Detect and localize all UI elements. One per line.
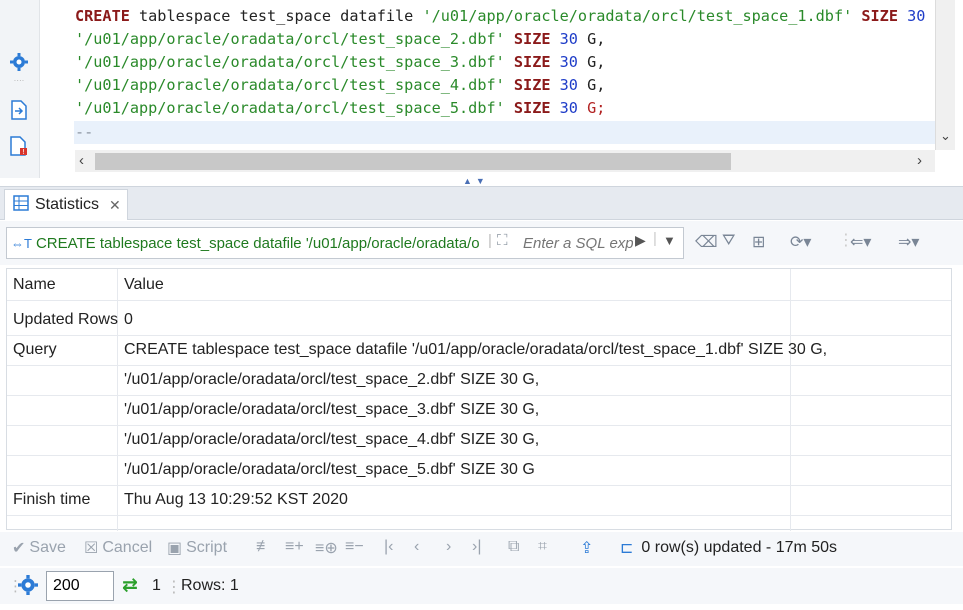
previous-page-icon[interactable]: ‹ <box>414 538 419 556</box>
filter-settings-icon[interactable]: ⊞ <box>752 232 765 252</box>
refresh-count: 1 <box>152 577 161 594</box>
play-icon[interactable]: ▶ <box>635 232 646 249</box>
first-page-icon[interactable]: |‹ <box>384 538 393 556</box>
scrollbar-thumb[interactable] <box>95 153 731 170</box>
add-row-icon[interactable]: ≡+ <box>285 538 304 556</box>
filter-icon[interactable]: ⛛ <box>722 232 735 250</box>
row-name: Query <box>13 341 57 358</box>
next-page-icon[interactable]: › <box>446 538 451 556</box>
comment-line: -- <box>75 123 94 141</box>
divider: | <box>488 232 492 249</box>
scroll-down-icon[interactable]: ⌄ <box>940 128 951 144</box>
row-value[interactable]: '/u01/app/oracle/oradata/orcl/test_space… <box>124 371 539 389</box>
results-grid[interactable]: Name Value Updated Rows 0 Query CREATE t… <box>6 268 952 531</box>
row-name: Finish time <box>13 491 91 508</box>
update-status: ⊏ 0 row(s) updated - 17m 50s <box>620 538 837 558</box>
sql-filter-input[interactable] <box>523 232 633 254</box>
editor-gutter: ···· ! <box>0 0 40 178</box>
settings-gear-icon[interactable] <box>18 575 38 599</box>
cancel-label: Cancel <box>102 539 153 556</box>
fetch-size-input[interactable] <box>46 571 114 601</box>
row-value[interactable]: '/u01/app/oracle/oradata/orcl/test_space… <box>124 461 535 479</box>
tab-statistics[interactable]: Statistics ✕ <box>4 189 128 220</box>
forward-icon[interactable]: ⇒▾ <box>898 232 919 252</box>
table-row[interactable]: Finish time Thu Aug 13 10:29:52 KST 2020 <box>7 486 951 516</box>
save-button[interactable]: ✔ Save <box>12 538 66 558</box>
column-header-name[interactable]: Name <box>13 276 56 294</box>
row-value[interactable]: CREATE tablespace test_space datafile '/… <box>124 341 827 359</box>
edit-row-icon[interactable]: ≢ <box>256 538 272 556</box>
copy-row-icon[interactable]: ≡⊕ <box>315 538 338 558</box>
plan-icon: ⊏ <box>620 540 634 557</box>
filter-box[interactable]: ⇔T CREATE tablespace test_space datafile… <box>6 227 684 259</box>
vertical-scrollbar[interactable]: ⌄ <box>935 0 955 150</box>
save-label: Save <box>29 539 66 556</box>
filter-toolbar: ⇔T CREATE tablespace test_space datafile… <box>0 221 963 265</box>
script-label: Script <box>186 539 228 556</box>
results-tab-strip: Statistics ✕ <box>0 186 963 220</box>
code-line: '/u01/app/oracle/oradata/orcl/test_space… <box>75 30 606 48</box>
grid-icon <box>13 194 29 216</box>
table-row[interactable]: '/u01/app/oracle/oradata/orcl/test_space… <box>7 366 951 396</box>
refresh-icon[interactable]: ⇄ <box>122 574 138 597</box>
fullscreen-icon[interactable]: ⌗ <box>538 538 547 556</box>
scroll-left-icon[interactable]: ‹ <box>79 152 84 169</box>
row-value[interactable]: Thu Aug 13 10:29:52 KST 2020 <box>124 491 348 509</box>
separator-dots: ···· <box>13 75 25 85</box>
column-header-value[interactable]: Value <box>124 276 164 294</box>
script-button[interactable]: ▣ Script <box>167 538 227 558</box>
row-value[interactable]: 0 <box>124 311 133 329</box>
rows-count: Rows: 1 <box>181 577 239 594</box>
back-icon[interactable]: ⇐▾ <box>850 232 871 252</box>
file-error-icon[interactable]: ! <box>9 136 29 156</box>
svg-text:!: ! <box>22 148 25 156</box>
code-line: '/u01/app/oracle/oradata/orcl/test_space… <box>75 53 606 71</box>
code-line: '/u01/app/oracle/oradata/orcl/test_space… <box>75 76 606 94</box>
table-row[interactable]: Query CREATE tablespace test_space dataf… <box>7 336 951 366</box>
table-row[interactable]: '/u01/app/oracle/oradata/orcl/test_space… <box>7 456 951 486</box>
export-file-icon[interactable] <box>9 100 29 120</box>
scroll-right-icon[interactable]: › <box>917 152 922 169</box>
refresh-dropdown-icon[interactable]: ⟳▾ <box>790 232 811 252</box>
panel-splitter-icon[interactable]: ▲▼ <box>463 176 489 186</box>
check-circle-icon: ✔ <box>12 540 26 557</box>
sql-text-icon: ⇔T <box>11 235 32 251</box>
row-value[interactable]: '/u01/app/oracle/oradata/orcl/test_space… <box>124 401 539 419</box>
sql-editor[interactable]: ···· ! CREATE tablespace test_space data… <box>0 0 963 186</box>
expand-icon[interactable]: ⛶ <box>497 232 508 249</box>
horizontal-scrollbar[interactable]: ‹ › <box>75 150 935 172</box>
divider: ⋮ <box>166 579 182 596</box>
cancel-button[interactable]: ☒ Cancel <box>84 538 152 558</box>
divider: | <box>653 230 657 247</box>
code-line: CREATE tablespace test_space datafile '/… <box>75 7 953 25</box>
query-text: CREATE tablespace test_space datafile '/… <box>35 234 480 252</box>
history-dropdown-icon[interactable]: ▼ <box>663 233 676 248</box>
close-icon[interactable]: ✕ <box>109 197 121 214</box>
status-text: 0 row(s) updated - 17m 50s <box>641 539 838 556</box>
table-row[interactable]: '/u01/app/oracle/oradata/orcl/test_space… <box>7 396 951 426</box>
tab-label: Statistics <box>35 196 100 213</box>
row-value[interactable]: '/u01/app/oracle/oradata/orcl/test_space… <box>124 431 539 449</box>
code-line: '/u01/app/oracle/oradata/orcl/test_space… <box>75 99 606 117</box>
delete-row-icon[interactable]: ≡− <box>345 538 364 556</box>
row-name: Updated Rows <box>13 311 118 328</box>
eraser-icon[interactable]: ⌫ <box>695 232 718 252</box>
paging-bar: ⋮ ⇄ 1 ⋮ Rows: 1 <box>0 568 963 604</box>
header-row: Name Value <box>7 271 951 301</box>
script-icon: ▣ <box>167 540 183 557</box>
last-page-icon[interactable]: ›| <box>472 538 481 556</box>
export-icon[interactable]: ⇪ <box>580 538 593 558</box>
panels-icon[interactable]: ⧉ <box>508 538 519 556</box>
cancel-icon: ☒ <box>84 540 99 557</box>
gear-icon[interactable] <box>9 52 29 72</box>
table-row[interactable]: '/u01/app/oracle/oradata/orcl/test_space… <box>7 426 951 456</box>
results-action-bar: ✔ Save ☒ Cancel ▣ Script ≢ ≡+ ≡⊕ ≡− |‹ ‹… <box>0 532 963 566</box>
current-line-highlight <box>74 121 936 144</box>
code-area[interactable]: CREATE tablespace test_space datafile '/… <box>40 0 953 150</box>
table-row[interactable]: Updated Rows 0 <box>7 306 951 336</box>
